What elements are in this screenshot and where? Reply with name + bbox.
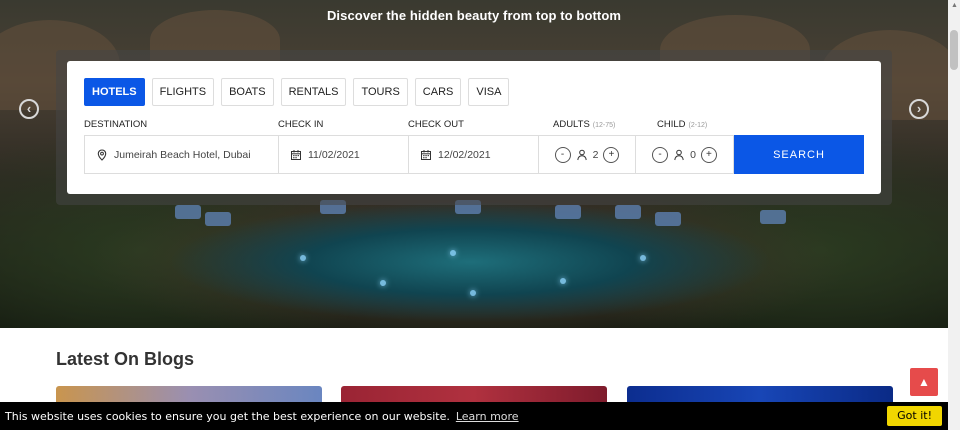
tab-flights[interactable]: FLIGHTS	[151, 78, 215, 106]
tab-hotels[interactable]: HOTELS	[84, 78, 145, 106]
child-label: CHILD (2-12)	[657, 119, 707, 130]
adults-stepper: - 2 +	[538, 135, 636, 174]
chevron-left-icon: ‹	[26, 101, 32, 116]
search-panel: HOTELS FLIGHTS BOATS RENTALS TOURS CARS …	[67, 61, 881, 194]
scrollbar-thumb[interactable]	[950, 30, 958, 70]
destination-value: Jumeirah Beach Hotel, Dubai	[114, 148, 251, 161]
child-label-text: CHILD	[657, 119, 686, 130]
child-plus-button[interactable]: +	[700, 146, 717, 163]
child-minus-button[interactable]: -	[652, 146, 669, 163]
adults-label-text: ADULTS	[553, 119, 590, 130]
carousel-next-button[interactable]: ›	[909, 99, 929, 119]
adults-count: 2	[592, 148, 599, 161]
check-out-value: 12/02/2021	[438, 148, 491, 161]
child-stepper: - 0 +	[635, 135, 734, 174]
scroll-up-icon: ▲	[951, 2, 958, 9]
search-tabs: HOTELS FLIGHTS BOATS RENTALS TOURS CARS …	[84, 78, 510, 106]
carousel-prev-button[interactable]: ‹	[19, 99, 39, 119]
tab-rentals[interactable]: RENTALS	[280, 78, 347, 106]
child-count: 0	[690, 148, 696, 161]
check-in-field[interactable]: 11/02/2021	[278, 135, 409, 174]
chevron-up-icon: ▲	[918, 375, 930, 389]
tab-visa[interactable]: VISA	[468, 78, 510, 106]
adults-plus-button[interactable]: +	[603, 146, 620, 163]
search-button[interactable]: SEARCH	[734, 135, 864, 174]
cookie-banner: This website uses cookies to ensure you …	[0, 402, 948, 430]
adults-label: ADULTS (12-75)	[553, 119, 615, 130]
person-icon	[576, 149, 588, 161]
check-in-value: 11/02/2021	[308, 148, 360, 161]
child-hint: (2-12)	[688, 122, 708, 129]
back-to-top-button[interactable]: ▲	[910, 368, 938, 396]
map-pin-icon	[96, 148, 108, 161]
learn-more-link[interactable]: Learn more	[456, 410, 519, 423]
blogs-section-title: Latest On Blogs	[56, 349, 195, 369]
calendar-icon	[420, 149, 432, 161]
page-scrollbar[interactable]: ▲	[948, 0, 960, 430]
tab-cars[interactable]: CARS	[414, 78, 462, 106]
destination-field[interactable]: Jumeirah Beach Hotel, Dubai	[84, 135, 279, 174]
chevron-right-icon: ›	[916, 101, 922, 116]
tab-tours[interactable]: TOURS	[353, 78, 408, 106]
adults-minus-button[interactable]: -	[554, 146, 571, 163]
check-in-label: CHECK IN	[278, 119, 324, 130]
check-out-field[interactable]: 12/02/2021	[408, 135, 539, 174]
hero-subtitle: Discover the hidden beauty from top to b…	[326, 8, 622, 23]
cookie-message: This website uses cookies to ensure you …	[5, 409, 450, 423]
check-out-label: CHECK OUT	[408, 119, 464, 130]
calendar-icon	[290, 149, 302, 161]
destination-label: DESTINATION	[84, 119, 148, 130]
adults-hint: (12-75)	[592, 122, 616, 129]
tab-boats[interactable]: BOATS	[221, 78, 274, 106]
cookie-accept-button[interactable]: Got it!	[887, 406, 942, 426]
person-icon	[673, 149, 685, 161]
